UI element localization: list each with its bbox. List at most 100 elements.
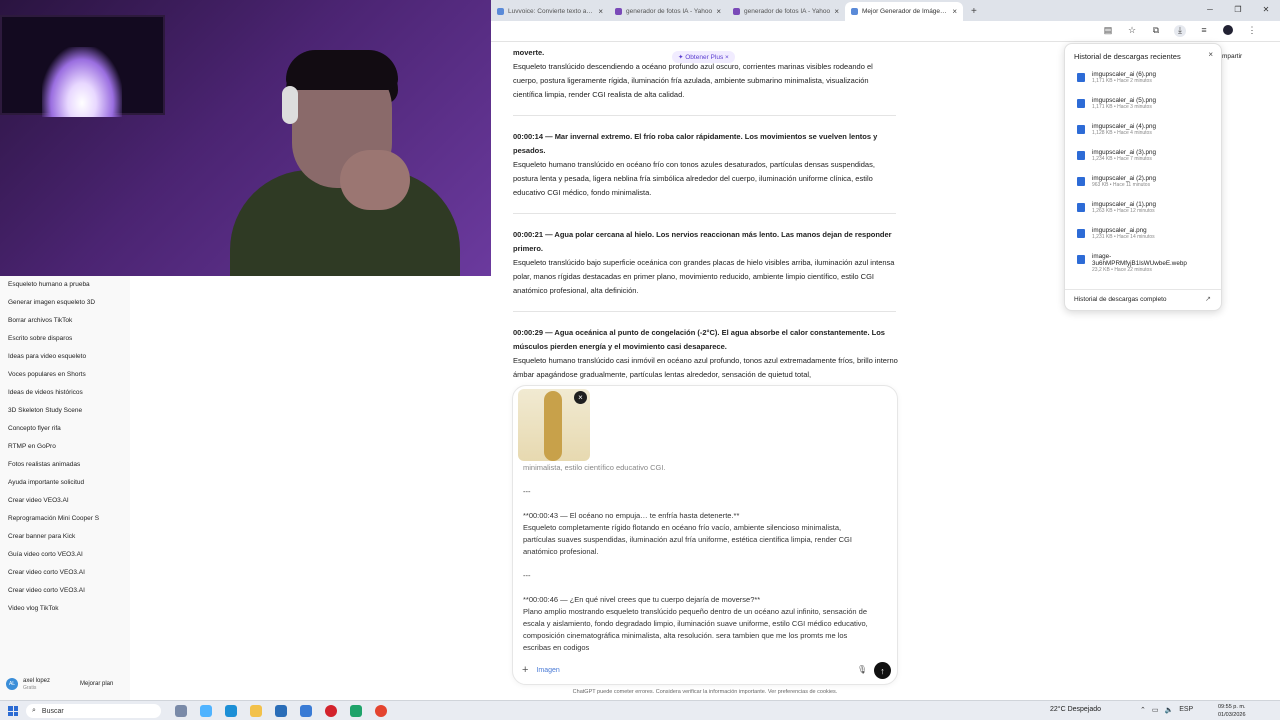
composer-line: Plano amplio mostrando esqueleto translú… [523,607,868,652]
sidebar-item[interactable]: Crear video corto VEO3.AI [8,587,85,594]
message-body: Esqueleto translúcido descendiendo a océ… [513,62,873,99]
sidebar-item[interactable]: Crear video corto VEO3.AI [8,569,85,576]
language-indicator[interactable]: ESP [1179,706,1193,714]
divider [1065,289,1221,290]
weather-widget[interactable]: 22°C Despejado [1050,706,1101,713]
obs-icon[interactable] [350,705,362,717]
sidebar-item[interactable]: Crear banner para Kick [8,533,75,540]
sidebar-item[interactable]: Crear video VEO3.AI [8,497,69,504]
file-explorer-icon[interactable] [250,705,262,717]
download-item[interactable]: imgupscaler_ai (3).png 1,234 KB • Hace 7 … [1077,149,1156,162]
task-view-icon[interactable] [175,705,187,717]
close-window-button[interactable]: ✕ [1252,0,1280,21]
image-tool-button[interactable]: Imagen [536,667,559,674]
full-download-history-link[interactable]: Historial de descargas completo [1074,296,1167,303]
close-tab-icon[interactable]: × [952,7,957,16]
sidebar-item[interactable]: 3D Skeleton Study Scene [8,407,82,414]
chat-message: 00:00:14 — Mar invernal extremo. El frío… [513,130,898,200]
sidebar-item[interactable]: Video vlog TikTok [8,605,58,612]
store-icon[interactable] [275,705,287,717]
taskbar-clock[interactable]: 09:55 p. m. 01/03/2026 [1218,703,1246,719]
new-tab-button[interactable]: + [963,2,985,21]
file-icon [1077,203,1085,212]
menu-icon[interactable]: ⋮ [1246,25,1258,37]
upgrade-plan-button[interactable]: Mejorar plan [76,679,117,689]
sidebar-item[interactable]: Reprogramación Mini Cooper S [8,515,99,522]
message-heading: 00:00:14 — Mar invernal extremo. El frío… [513,132,878,155]
copilot-icon[interactable] [200,705,212,717]
open-external-icon[interactable]: ↗ [1205,295,1211,303]
chat-message: 00:00:21 — Agua polar cercana al hielo. … [513,228,898,298]
download-item[interactable]: imgupscaler_ai (1).png 1,263 KB • Hace 12… [1077,201,1156,214]
send-button[interactable]: ↑ [874,662,891,679]
sidebar-item[interactable]: Generar imagen esqueleto 3D [8,299,95,306]
message-body: Esqueleto humano translúcido casi inmóvi… [513,356,898,379]
disclaimer-text: ChatGPT puede cometer errores. Considera… [572,689,838,695]
sidebar-item[interactable]: Concepto flyer rifa [8,425,61,432]
message-body: Esqueleto translúcido bajo superficie oc… [513,258,895,295]
composer-line: **00:00:46 — ¿En qué nivel crees que tu … [523,595,761,604]
sidebar-item[interactable]: Escrito sobre disparos [8,335,72,342]
add-attachment-button[interactable]: + [522,664,528,676]
sidebar-toggle-icon[interactable]: ≡ [1198,25,1210,37]
tab-luvvoice[interactable]: Luvvoice: Convierte texto a voz × [491,2,609,21]
close-tab-icon[interactable]: × [598,7,603,16]
composer-line: **00:00:43 — El océano no empuja… te enf… [523,511,740,520]
download-item[interactable]: imgupscaler_ai (4).png 1,128 KB • Hace 4 … [1077,123,1156,136]
message-heading: moverte. [513,48,545,57]
sidebar-item[interactable]: Borrar archivos TikTok [8,317,72,324]
download-icon[interactable]: ⤓ [1174,25,1186,37]
share-button[interactable]: mpartir [1222,53,1242,60]
image-gen-favicon-icon [851,8,858,15]
avatar: AL [6,678,18,690]
photos-icon[interactable] [300,705,312,717]
download-item[interactable]: imgupscaler_ai (2).png 963 KB • Hace 11 m… [1077,175,1156,188]
file-icon [1077,99,1085,108]
network-icon[interactable]: ▭ [1152,706,1159,714]
sidebar-item[interactable]: Voces populares en Shorts [8,371,86,378]
tab-yahoo-1[interactable]: generador de fotos IA - Yahoo × [609,2,727,21]
streamer-hair-top [286,50,398,90]
sidebar-item[interactable]: Guía video corto VEO3.AI [8,551,83,558]
volume-icon[interactable]: 🔈 [1165,706,1174,714]
file-icon [1077,177,1085,186]
sidebar-item[interactable]: Fotos realistas animadas [8,461,80,468]
page-icon[interactable]: ▤ [1102,25,1114,37]
close-tab-icon[interactable]: × [716,7,721,16]
star-icon[interactable]: ☆ [1126,25,1138,37]
file-icon [1077,125,1085,134]
sidebar-item[interactable]: Esqueleto humano a prueba [8,281,90,288]
minimize-button[interactable]: ─ [1196,0,1224,21]
microphone-icon[interactable]: 🎙 [857,665,867,674]
user-profile[interactable]: AL axel lopez Gratis [6,677,50,691]
opera-icon[interactable] [325,705,337,717]
sidebar-item[interactable]: Ideas para video esqueleto [8,353,86,360]
download-item[interactable]: image- 3u6hMPRMfyjB1lsWUwbeE.webp 23,2 KB … [1077,253,1187,273]
close-icon[interactable]: × [1208,50,1213,59]
tab-yahoo-2[interactable]: generador de fotos IA - Yahoo × [727,2,845,21]
sidebar-item[interactable]: Ideas de videos históricos [8,389,83,396]
headphones [282,86,298,124]
chevron-up-icon[interactable]: ⌃ [1140,706,1146,714]
download-item[interactable]: imgupscaler_ai (6).png 1,171 KB • Hace 2 … [1077,71,1156,84]
webcam-overlay [0,0,491,276]
taskbar-search[interactable]: ⌕ Buscar [26,704,161,718]
download-item[interactable]: imgupscaler_ai (5).png 1,171 KB • Hace 3 … [1077,97,1156,110]
download-item[interactable]: imgupscaler_ai.png 1,231 KB • Hace 14 min… [1077,227,1155,240]
remove-image-button[interactable]: × [574,391,587,404]
file-icon [1077,73,1085,82]
close-tab-icon[interactable]: × [834,7,839,16]
message-body: Esqueleto humano translúcido en océano f… [513,160,875,197]
extensions-icon[interactable]: ⧉ [1150,25,1162,37]
tab-generador-imagenes[interactable]: Mejor Generador de Imágenes × [845,2,963,21]
profile-avatar[interactable] [1222,25,1234,37]
chat-message: 00:00:29 — Agua oceánica al punto de con… [513,326,898,382]
edge-icon[interactable] [225,705,237,717]
sidebar-item[interactable]: Ayuda importante solicitud [8,479,84,486]
chrome-icon[interactable] [375,705,387,717]
user-name: axel lopez [23,678,51,684]
maximize-button[interactable]: ❐ [1224,0,1252,21]
composer-line: --- [523,571,531,580]
sidebar-item[interactable]: RTMP en GoPro [8,443,56,450]
windows-start-icon[interactable] [8,706,18,716]
